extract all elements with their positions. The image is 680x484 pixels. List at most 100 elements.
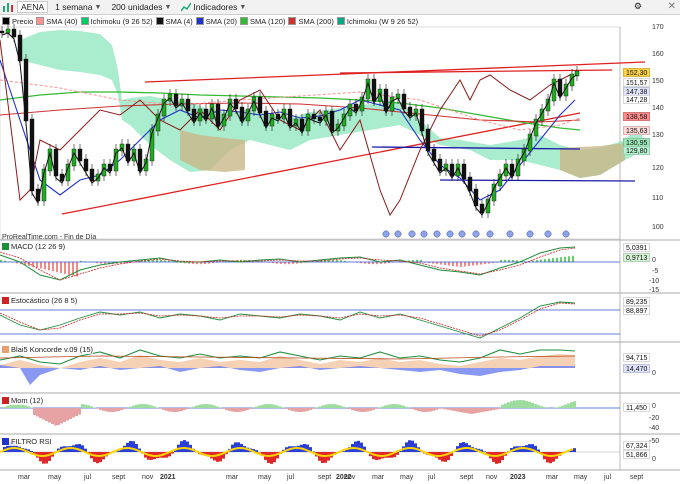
mom-bar [468,408,471,414]
mom-bar [399,404,402,408]
event-markers[interactable] [382,230,570,238]
event-marker[interactable] [472,230,480,238]
event-marker[interactable] [382,230,390,238]
candle[interactable] [191,108,197,122]
mom-bar [531,402,534,408]
rsi-axis-0: -50 [649,438,660,445]
mom-bar [483,408,486,412]
mom-bar [420,408,423,412]
mom-bar [81,404,84,408]
mom-value: 11,450 [626,405,647,412]
blai-label-text: Blai5 Koncorde v.09 (15) [11,345,93,354]
mom-bar [216,406,219,408]
candle[interactable] [263,110,269,127]
macd-histogram-bar [560,257,562,262]
price-axis-label: 140 [652,105,664,112]
mom-bar [285,408,288,409]
mom-bar [417,408,420,412]
macd-label-text: MACD (12 26 9) [11,242,66,251]
candle[interactable] [239,106,245,122]
candle[interactable] [461,163,467,180]
macd-histogram-bar [564,256,566,262]
candle[interactable] [233,98,239,110]
mom-bar [423,408,426,412]
watermark: ProRealTime.com - Fin de Día [2,234,97,241]
mom-bar [339,405,342,408]
rsi-bar [270,452,273,464]
mom-panel-label[interactable]: Mom (12) [2,396,44,405]
candle[interactable] [0,30,5,34]
mom-bar [525,400,528,408]
price-tag: 147,28 [623,95,651,104]
mom-bar [492,408,495,411]
event-marker[interactable] [562,230,570,238]
event-marker[interactable] [394,230,402,238]
price-tag: 151,57 [623,78,651,87]
candle[interactable] [401,93,407,110]
mom-bar [324,404,327,408]
candle[interactable] [185,98,191,112]
rsi-panel-label[interactable]: FILTRO RSI [2,437,52,446]
event-marker[interactable] [433,230,441,238]
candle[interactable] [437,158,443,172]
event-marker[interactable] [486,230,494,238]
macd-histogram-bar [444,262,446,266]
mom-bar [561,405,564,408]
mom-bar [24,405,27,408]
candle[interactable] [5,28,11,34]
candle[interactable] [311,113,317,120]
blai-panel-label[interactable]: Blai5 Koncorde v.09 (15) [2,345,93,354]
candle[interactable] [89,168,95,182]
candle[interactable] [449,163,455,177]
macd-panel-label[interactable]: MACD (12 26 9) [2,242,66,251]
mom-bar [354,408,357,411]
mom-bar [54,408,57,426]
event-marker[interactable] [458,230,466,238]
mom-bar [192,406,195,408]
candle[interactable] [77,148,83,162]
rsi-bar [408,440,411,452]
horizontal-resistance[interactable] [339,69,613,74]
mom-bar [510,401,513,408]
mom-bar [465,408,468,414]
rsi-bar [186,441,189,452]
mom-bar [333,404,336,408]
mom-bar [573,401,576,408]
event-marker[interactable] [506,230,514,238]
mom-bar [153,406,156,408]
mom-bar [393,404,396,408]
event-marker[interactable] [446,230,454,238]
mom-bar [360,408,363,412]
mom-bar [264,404,267,408]
candle[interactable] [431,148,437,162]
candle[interactable] [83,158,89,172]
mom-bar [249,408,252,409]
price-chart-svg[interactable] [0,0,680,484]
candle[interactable] [275,113,281,120]
mom-bar [183,408,186,411]
candle[interactable] [467,176,473,192]
mom-bar [381,406,384,408]
mom-bar [567,403,570,408]
event-marker[interactable] [526,230,534,238]
mom-bar [459,408,462,413]
candle[interactable] [11,28,17,38]
mom-bar [123,408,126,410]
event-marker[interactable] [408,230,416,238]
mom-bar [558,406,561,408]
stoch-panel-label[interactable]: Estocástico (26 8 5) [2,296,78,305]
event-marker[interactable] [420,230,428,238]
rsi-icon [2,438,9,445]
mom-bar [240,408,243,412]
stoch-tag-1: 88,897 [623,306,651,315]
price-axis-label: 130 [652,132,664,139]
candle[interactable] [173,93,179,107]
mom-bar [513,400,516,408]
candle[interactable] [407,106,413,117]
blai-axis-0: 0 [652,370,656,377]
macd-histogram-bar [460,262,462,267]
mom-bar [300,408,303,412]
mom-bar [177,408,180,412]
event-marker[interactable] [544,230,552,238]
macd-histogram-bar [552,258,554,262]
